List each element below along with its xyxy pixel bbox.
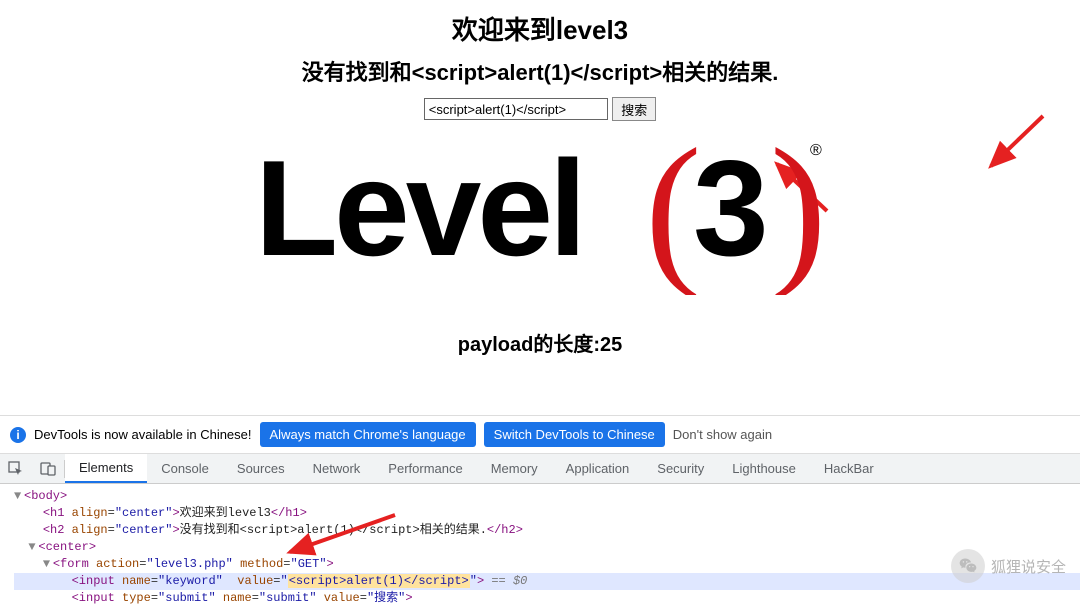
device-toggle-icon[interactable] [32, 454, 64, 483]
tab-hackbar[interactable]: HackBar [810, 454, 888, 483]
always-match-language-button[interactable]: Always match Chrome's language [260, 422, 476, 447]
page-title: 欢迎来到level3 [0, 10, 1080, 47]
dom-line-h2[interactable]: <h2 align="center">没有找到和<script>alert(1)… [14, 522, 1080, 539]
switch-devtools-language-button[interactable]: Switch DevTools to Chinese [484, 422, 665, 447]
payload-length-label: payload的长度:25 [0, 328, 1080, 357]
devtools-notice-text: DevTools is now available in Chinese! [34, 427, 252, 442]
inspect-icon[interactable] [0, 454, 32, 483]
dom-line-input-submit[interactable]: <input type="submit" name="submit" value… [14, 590, 1080, 607]
wechat-icon [951, 549, 985, 583]
level3-logo: Level ( 3 ) ® [0, 125, 1080, 300]
logo-text-num: 3 [693, 132, 769, 284]
dom-tree[interactable]: ▼<body> <h1 align="center">欢迎来到level3</h… [0, 484, 1080, 611]
devtools-notice-bar: i DevTools is now available in Chinese! … [0, 415, 1080, 454]
search-form: 搜索 [0, 97, 1080, 121]
devtools-tabs: Elements Console Sources Network Perform… [0, 454, 1080, 484]
watermark: 狐狸说安全 [951, 549, 1066, 583]
dom-line-center[interactable]: ▼<center> [14, 539, 1080, 556]
dom-line-form[interactable]: ▼<form action="level3.php" method="GET"> [14, 556, 1080, 573]
page-subtitle: 没有找到和<script>alert(1)</script>相关的结果. [0, 55, 1080, 87]
logo-registered: ® [810, 142, 822, 159]
tab-application[interactable]: Application [552, 454, 644, 483]
tab-console[interactable]: Console [147, 454, 223, 483]
tab-performance[interactable]: Performance [374, 454, 476, 483]
dom-line-body[interactable]: ▼<body> [14, 488, 1080, 505]
tab-network[interactable]: Network [299, 454, 375, 483]
dom-line-h1[interactable]: <h1 align="center">欢迎来到level3</h1> [14, 505, 1080, 522]
tab-memory[interactable]: Memory [477, 454, 552, 483]
search-button[interactable]: 搜索 [612, 97, 656, 121]
watermark-text: 狐狸说安全 [991, 556, 1066, 577]
search-input[interactable] [424, 98, 608, 120]
dont-show-again-link[interactable]: Don't show again [673, 427, 772, 442]
tab-elements[interactable]: Elements [65, 454, 147, 483]
logo-text-level: Level [255, 132, 583, 284]
info-icon: i [10, 427, 26, 443]
tab-sources[interactable]: Sources [223, 454, 299, 483]
tab-security[interactable]: Security [643, 454, 718, 483]
tab-lighthouse[interactable]: Lighthouse [718, 454, 810, 483]
dom-line-input-keyword[interactable]: <input name="keyword" value="<script>ale… [14, 573, 1080, 590]
